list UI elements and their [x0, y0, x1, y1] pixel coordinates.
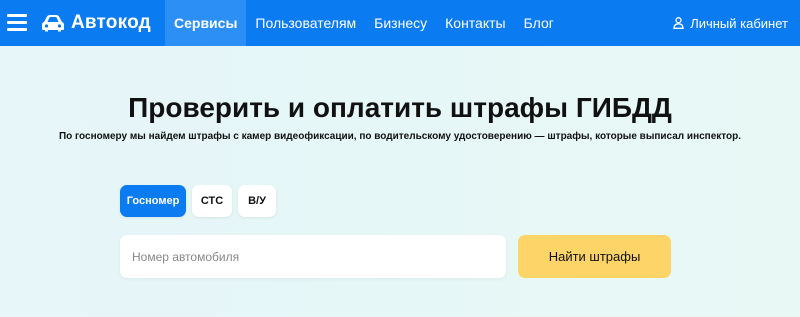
- nav-item-business[interactable]: Бизнесу: [365, 0, 436, 46]
- nav-item-blog[interactable]: Блог: [515, 0, 563, 46]
- user-icon: [673, 17, 684, 29]
- hamburger-menu-icon[interactable]: [7, 14, 27, 31]
- tab-driver-license[interactable]: В/У: [238, 185, 276, 217]
- search-type-tabs: Госномер СТС В/У: [120, 185, 276, 217]
- account-link[interactable]: Личный кабинет: [673, 0, 788, 46]
- logo[interactable]: Автокод: [41, 10, 151, 36]
- page-subtitle: По госномеру мы найдем штрафы с камер ви…: [58, 131, 742, 142]
- main-nav: Сервисы Пользователям Бизнесу Контакты Б…: [165, 0, 563, 46]
- nav-item-users[interactable]: Пользователям: [246, 0, 365, 46]
- car-icon: [42, 15, 64, 32]
- tab-plate-number[interactable]: Госномер: [120, 185, 186, 217]
- nav-item-contacts[interactable]: Контакты: [436, 0, 514, 46]
- account-label: Личный кабинет: [690, 15, 788, 31]
- plate-number-input[interactable]: [120, 235, 506, 278]
- find-fines-button[interactable]: Найти штрафы: [518, 235, 671, 278]
- top-navigation-bar: Автокод Сервисы Пользователям Бизнесу Ко…: [0, 0, 800, 46]
- tab-sts[interactable]: СТС: [192, 185, 232, 217]
- page-title: Проверить и оплатить штрафы ГИБДД: [128, 92, 672, 123]
- nav-item-services[interactable]: Сервисы: [165, 0, 247, 46]
- logo-text: Автокод: [71, 12, 151, 33]
